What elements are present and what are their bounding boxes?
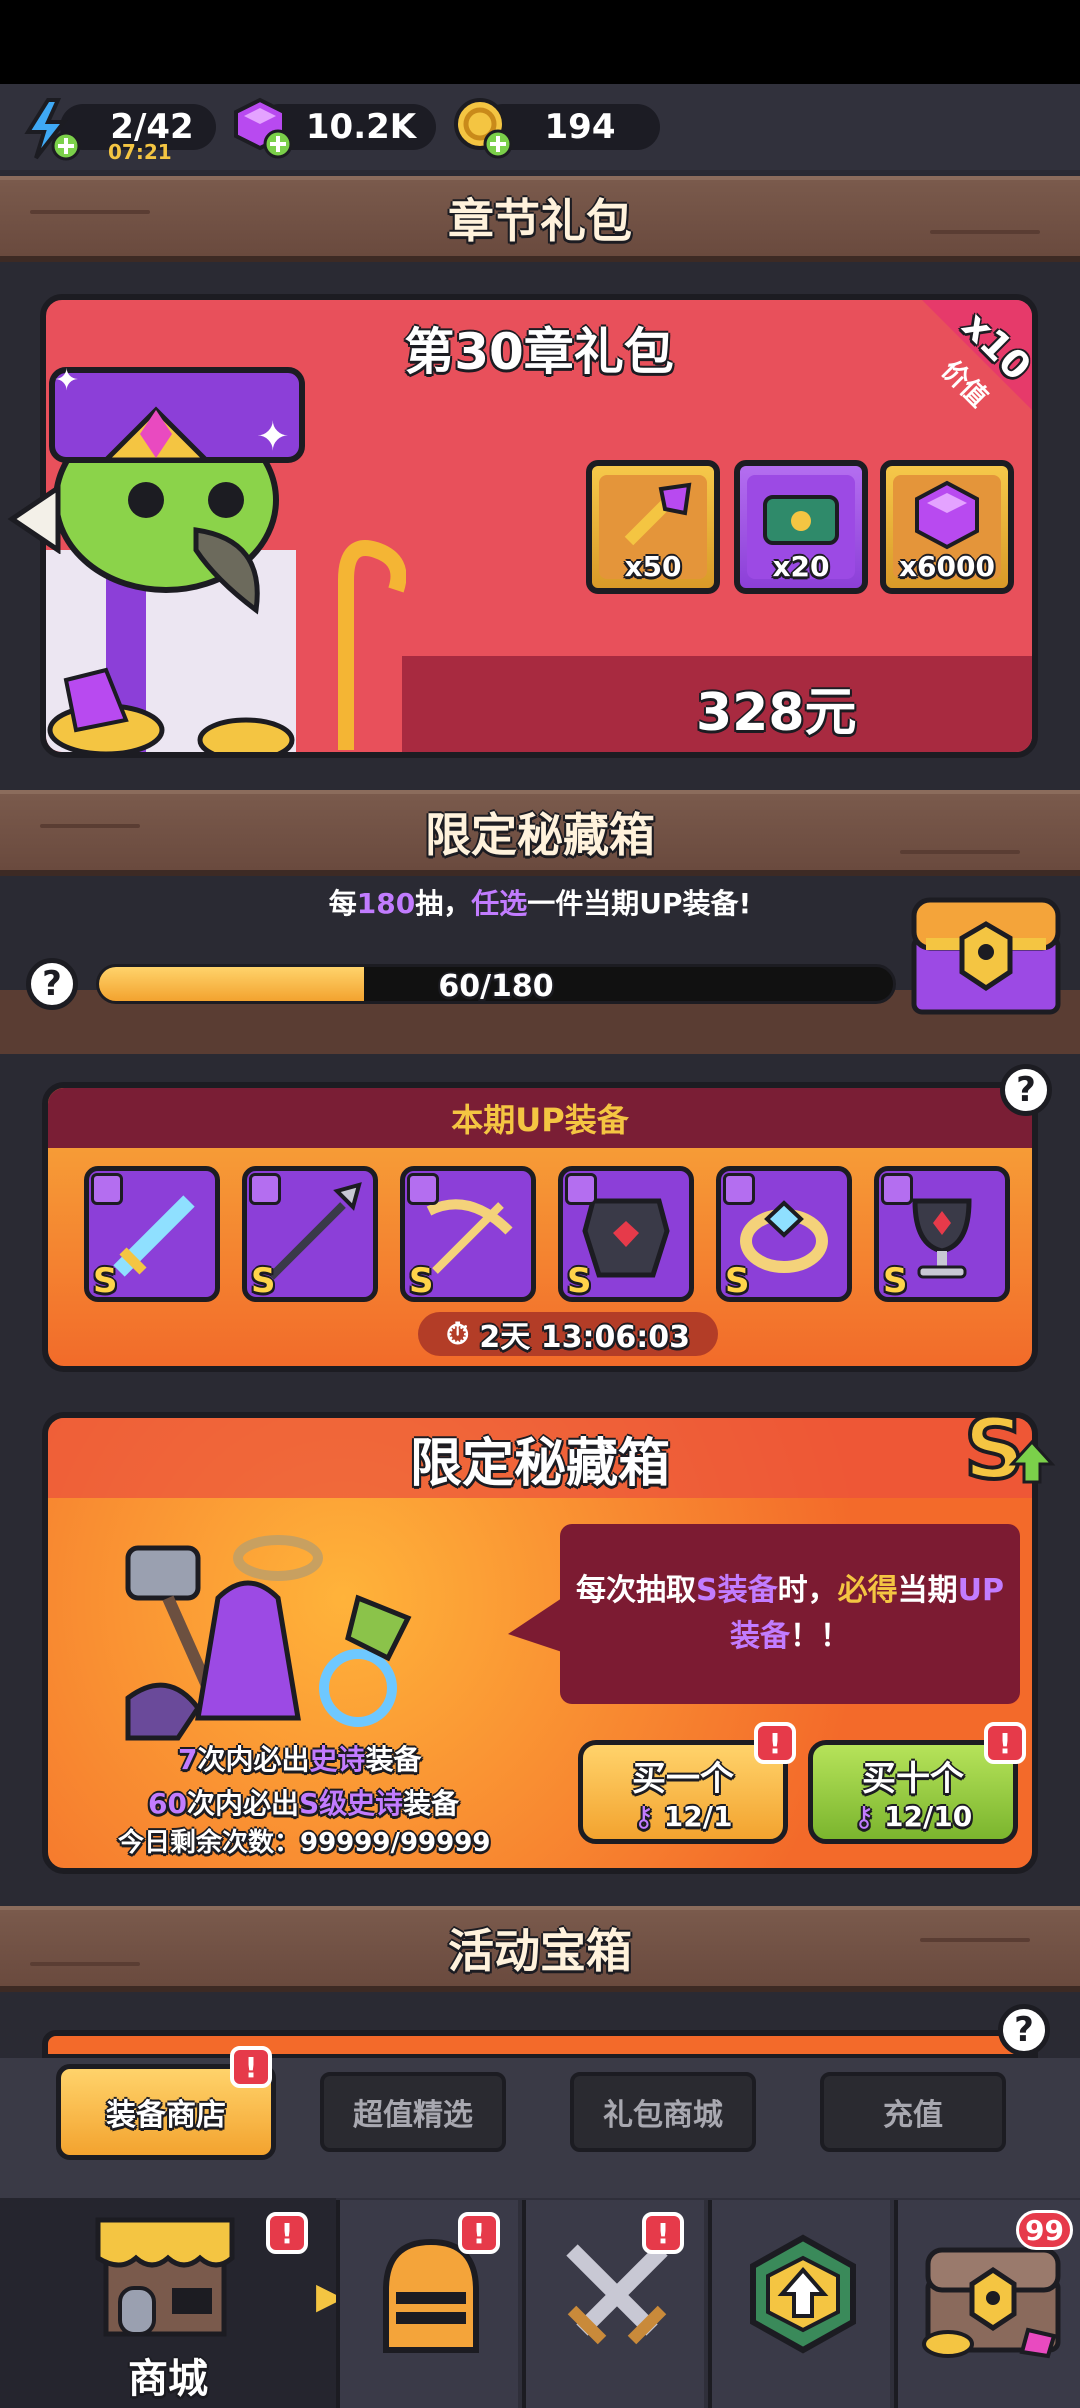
- gift-item-chest[interactable]: x20: [734, 460, 868, 594]
- key-icon: ⚷: [633, 1800, 655, 1833]
- energy-timer: 07:21: [108, 140, 172, 164]
- key-icon: ⚷: [853, 1800, 875, 1833]
- alert-badge-icon: !: [230, 2046, 272, 2088]
- nav-equipment[interactable]: !: [336, 2200, 518, 2408]
- nav-shop-label: 商城: [128, 2356, 208, 2402]
- coins-value: 194: [544, 107, 616, 147]
- tab-gift-shop[interactable]: 礼包商城: [570, 2072, 756, 2152]
- alert-badge-icon: !: [754, 1722, 796, 1764]
- energy-bolt-icon[interactable]: [18, 96, 84, 162]
- svg-text:✦: ✦: [54, 363, 79, 398]
- tab-value-picks[interactable]: 超值精选: [320, 2072, 506, 2152]
- gift-item-qty: x6000: [899, 550, 995, 583]
- status-bar: [0, 0, 1080, 84]
- up-title: 本期UP装备: [451, 1101, 629, 1139]
- locked-chest-icon: [922, 2247, 1061, 2359]
- paw-chest-icon: [763, 495, 839, 545]
- equipment-slot[interactable]: S: [874, 1166, 1010, 1302]
- guarantee-line-1: 7次内必出史诗装备: [178, 1743, 422, 1776]
- guarantee-bubble: 每次抽取S装备时，必得当期UP 装备！！: [560, 1524, 1020, 1704]
- goblin-king-icon: ✦ ✦: [46, 363, 406, 752]
- equipment-bundle-icon: [125, 1535, 412, 1741]
- help-icon[interactable]: ?: [1000, 1064, 1052, 1116]
- section-title: 章节礼包: [448, 194, 632, 248]
- chest-count-badge: 99: [1016, 2210, 1073, 2250]
- upgrade-emblem-icon: [750, 2234, 856, 2354]
- purple-gem-icon[interactable]: [230, 94, 296, 160]
- gift-item-qty: x20: [772, 550, 830, 583]
- s-upgrade-icon: S: [962, 1402, 1056, 1498]
- gift-price[interactable]: 328元: [696, 670, 857, 745]
- remaining-count: 今日剩余次数：99999/99999: [118, 1828, 491, 1858]
- equipment-slot[interactable]: S: [242, 1166, 378, 1302]
- tab-recharge[interactable]: 充值: [820, 2072, 1006, 2152]
- purple-gem-icon: [915, 480, 979, 550]
- section-title: 限定秘藏箱: [425, 808, 655, 862]
- chest-panel-header: 限定秘藏箱: [48, 1418, 1032, 1498]
- magic-key-icon: [624, 482, 692, 546]
- bubble-tail: [508, 1594, 568, 1654]
- nav-shop[interactable]: 商城 ! ▶: [0, 2198, 344, 2408]
- svg-text:✦: ✦: [256, 414, 290, 460]
- shop-stall-icon: [95, 2217, 235, 2337]
- nav-battle[interactable]: !: [522, 2200, 704, 2408]
- prev-arrow-icon[interactable]: [6, 484, 62, 554]
- chapter-gift-card[interactable]: 第30章礼包 x10 价值 ✦ ✦ x50 x20 x6000 328元: [40, 294, 1038, 758]
- guarantee-line-2: 60次内必出S级史诗装备: [148, 1787, 460, 1820]
- equipment-slot[interactable]: S: [84, 1166, 220, 1302]
- gift-item-gem[interactable]: x6000: [880, 460, 1014, 594]
- limited-chest-panel: 限定秘藏箱 每次抽取S装备时，必得当期UP 装备！！ 7次内必出史诗装备 60次…: [42, 1412, 1038, 1874]
- gold-coin-icon[interactable]: [450, 94, 516, 160]
- section-title: 活动宝箱: [448, 1924, 632, 1978]
- progress-text: 60/180: [438, 969, 554, 1004]
- alert-badge-icon: !: [458, 2212, 500, 2254]
- up-equipment-panel: 本期UP装备 S S S S S S ⏱ 2天 13:06:03: [42, 1082, 1038, 1372]
- progress-bar: 60/180: [96, 964, 896, 1004]
- equipment-slot[interactable]: S: [400, 1166, 536, 1302]
- alert-badge-icon: !: [266, 2212, 308, 2254]
- gems-value: 10.2K: [305, 107, 417, 147]
- buy-ten-cost: ⚷ 12/10: [853, 1800, 973, 1833]
- gift-item-qty: x50: [624, 550, 682, 583]
- nav-chest[interactable]: 99: [894, 2200, 1080, 2408]
- treasure-chest-icon[interactable]: [906, 888, 1066, 1018]
- event-chest-panel: [42, 2030, 1038, 2060]
- section-header-limited-chest: 限定秘藏箱: [0, 790, 1080, 876]
- svg-text:S: S: [964, 1402, 1025, 1498]
- buy-one-cost: ⚷ 12/1: [633, 1800, 733, 1833]
- equipment-slot[interactable]: S: [716, 1166, 852, 1302]
- section-header-event-chest: 活动宝箱: [0, 1906, 1080, 1992]
- currency-bar: 2/42 07:21 10.2K 194: [0, 84, 1080, 170]
- chest-panel-title: 限定秘藏箱: [409, 1433, 670, 1494]
- help-icon[interactable]: ?: [26, 958, 78, 1010]
- section-header-chapter-gift: 章节礼包: [0, 176, 1080, 262]
- equipment-slot[interactable]: S: [558, 1166, 694, 1302]
- gift-item-key[interactable]: x50: [586, 460, 720, 594]
- up-header: 本期UP装备: [48, 1088, 1032, 1148]
- help-icon[interactable]: ?: [998, 2004, 1050, 2056]
- nav-upgrade[interactable]: [708, 2200, 890, 2408]
- alert-badge-icon: !: [642, 2212, 684, 2254]
- alert-badge-icon: !: [984, 1722, 1026, 1764]
- stopwatch-icon: ⏱: [446, 1316, 470, 1352]
- up-timer: ⏱ 2天 13:06:03: [418, 1312, 718, 1356]
